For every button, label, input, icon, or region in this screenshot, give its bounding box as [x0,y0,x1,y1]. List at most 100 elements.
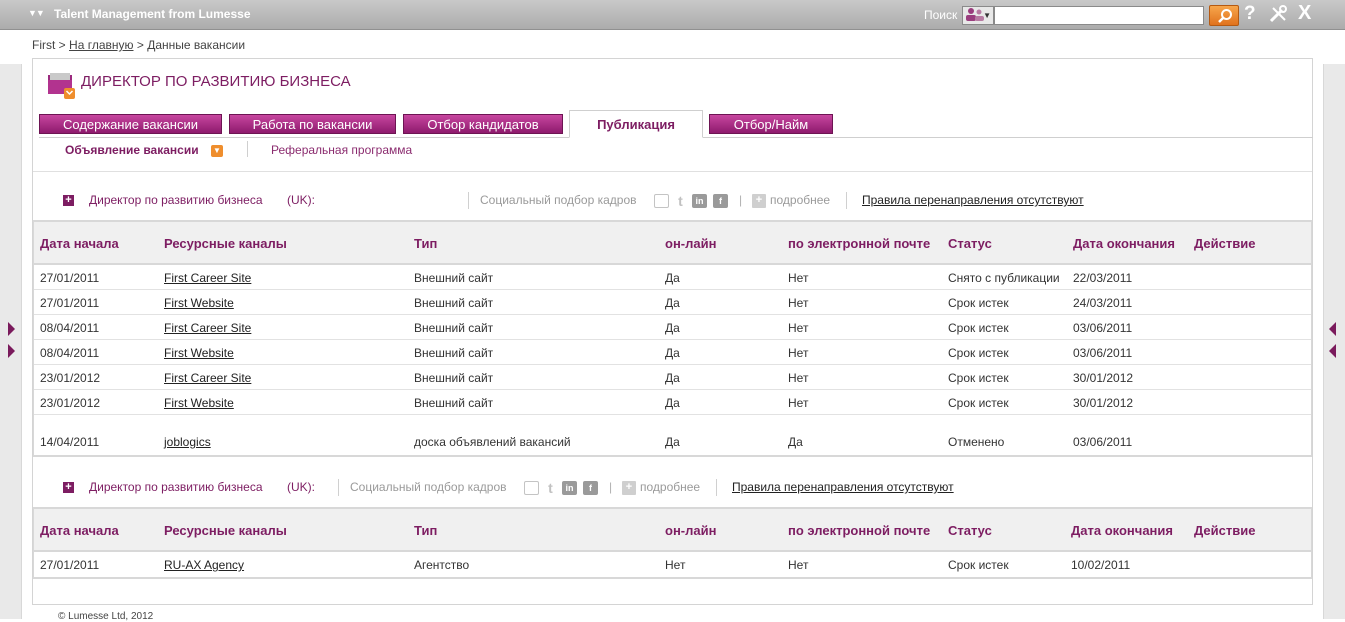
column-header-email[interactable]: по электронной почте [788,523,930,538]
column-header-end-date[interactable]: Дата окончания [1071,523,1173,538]
section-title: Директор по развитию бизнеса [89,193,263,207]
email-icon[interactable] [524,481,539,495]
social-recruiting-label: Социальный подбор кадров [480,193,637,207]
search-scope-button[interactable]: ▼ [962,6,994,25]
email-icon[interactable] [654,194,669,208]
cell-online: Нет [665,558,686,572]
cell-channel-link[interactable]: First Career Site [164,321,251,335]
column-header-end-date[interactable]: Дата окончания [1073,236,1175,251]
cell-start-date: 23/01/2012 [40,371,101,385]
linkedin-icon[interactable]: in [692,194,707,208]
cell-email: Нет [788,346,809,360]
cell-status: Срок истек [948,396,1009,410]
cell-status: Срок истек [948,371,1009,385]
menu-chevron-icon[interactable]: ▼▼ [28,8,45,18]
cell-end-date: 03/06/2011 [1073,435,1133,449]
expand-plus-icon[interactable]: + [63,482,74,493]
cell-online: Да [665,435,680,449]
cell-end-date: 03/06/2011 [1073,346,1133,360]
breadcrumb-home[interactable]: First [32,38,55,52]
chevron-down-icon: ▼ [983,11,991,20]
divider [247,141,248,157]
search-button[interactable] [1209,5,1239,26]
expand-plus-icon[interactable]: + [63,195,74,206]
search-input[interactable] [994,6,1204,25]
tab-vacancy-work[interactable]: Работа по вакансии [229,114,396,134]
cell-online: Да [665,321,680,335]
column-header-type[interactable]: Тип [414,523,437,538]
cell-email: Нет [788,271,809,285]
expand-left-arrow-icon[interactable] [1329,322,1336,336]
table-header: Дата начала Ресурсные каналы Тип он-лайн… [34,509,1311,552]
cell-channel-link[interactable]: First Website [164,396,234,410]
twitter-icon[interactable]: t [673,194,688,208]
redirect-rules-link[interactable]: Правила перенаправления отсутствуют [732,480,954,494]
column-header-status[interactable]: Статус [948,523,992,538]
tab-bar: Содержание вакансии Работа по вакансии О… [39,110,1313,138]
cell-status: Отменено [948,435,1005,449]
column-header-start-date[interactable]: Дата начала [40,236,119,251]
subnav-referral-program[interactable]: Реферальная программа [271,143,412,157]
tab-candidate-selection[interactable]: Отбор кандидатов [403,114,563,134]
cell-email: Нет [788,371,809,385]
cell-email: Нет [788,296,809,310]
chevron-down-icon[interactable]: ▼ [211,145,223,157]
social-recruiting-label: Социальный подбор кадров [350,480,507,494]
cell-status: Срок истек [948,296,1009,310]
more-plus-icon[interactable]: + [622,481,636,495]
column-header-status[interactable]: Статус [948,236,992,251]
tab-publication[interactable]: Публикация [569,110,703,138]
linkedin-icon[interactable]: in [562,481,577,495]
section-title: Директор по развитию бизнеса [89,480,263,494]
column-header-email[interactable]: по электронной почте [788,236,930,251]
expand-right-arrow-icon[interactable] [8,322,15,336]
cell-email: Нет [788,321,809,335]
table-row: 27/01/2011 First Website Внешний сайт Да… [34,290,1311,315]
cell-start-date: 27/01/2011 [40,558,100,572]
column-header-online[interactable]: он-лайн [665,523,716,538]
cell-email: Нет [788,558,809,572]
left-side-panel [0,64,22,619]
cell-status: Срок истек [948,321,1009,335]
more-details-link[interactable]: подробнее [640,480,700,494]
breadcrumb-main-link[interactable]: На главную [69,38,133,52]
more-plus-icon[interactable]: + [752,194,766,208]
divider: | [609,480,613,494]
tools-icon[interactable] [1268,4,1288,27]
divider [33,171,1312,172]
breadcrumb-current: Данные вакансии [147,38,246,52]
cell-channel-link[interactable]: First Website [164,296,234,310]
twitter-icon[interactable]: t [543,481,558,495]
column-header-channels[interactable]: Ресурсные каналы [164,523,287,538]
cell-type: Внешний сайт [414,346,494,360]
cell-start-date: 27/01/2011 [40,296,100,310]
expand-right-arrow-icon[interactable] [8,344,15,358]
help-icon[interactable]: ? [1244,3,1256,25]
expand-left-arrow-icon[interactable] [1329,344,1336,358]
divider [468,192,469,209]
cell-channel-link[interactable]: First Career Site [164,271,251,285]
more-details-link[interactable]: подробнее [770,193,830,207]
facebook-icon[interactable]: f [583,481,598,495]
cell-channel-link[interactable]: RU-AX Agency [164,558,244,572]
cell-online: Да [665,396,680,410]
cell-type: Внешний сайт [414,296,494,310]
cell-start-date: 27/01/2011 [40,271,100,285]
tab-vacancy-content[interactable]: Содержание вакансии [39,114,222,134]
cell-end-date: 03/06/2011 [1073,321,1133,335]
table-row: 08/04/2011 First Career Site Внешний сай… [34,315,1311,340]
column-header-channels[interactable]: Ресурсные каналы [164,236,287,251]
redirect-rules-link[interactable]: Правила перенаправления отсутствуют [862,193,1084,207]
column-header-start-date[interactable]: Дата начала [40,523,119,538]
tab-selection-hire[interactable]: Отбор/Найм [709,114,833,134]
column-header-type[interactable]: Тип [414,236,437,251]
close-icon[interactable]: X [1298,2,1311,25]
cell-channel-link[interactable]: First Website [164,346,234,360]
cell-channel-link[interactable]: First Career Site [164,371,251,385]
right-side-panel [1323,64,1345,619]
cell-online: Да [665,296,680,310]
column-header-online[interactable]: он-лайн [665,236,716,251]
facebook-icon[interactable]: f [713,194,728,208]
cell-channel-link[interactable]: joblogics [164,435,211,449]
subnav-vacancy-ad[interactable]: Объявление вакансии [65,143,199,157]
